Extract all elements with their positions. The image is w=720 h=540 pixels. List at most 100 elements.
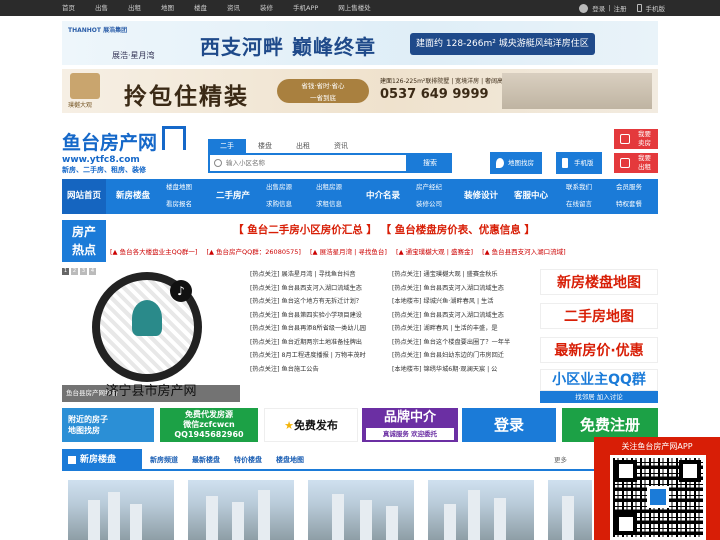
news-item[interactable]: [热点关注] 鱼台县再添8所省级一类幼儿园 (250, 322, 390, 336)
top-user-area: 登录 | 注册 手机版 (579, 0, 665, 16)
douyin-qr-slider[interactable]: ♪ 鱼台县房产网抖音 济宁县市房产网 (62, 268, 240, 402)
section-link[interactable]: 最新楼盘 (192, 449, 220, 471)
news-item[interactable]: [热点关注] 湖畔春风 | 生活的丰盛，是 (392, 322, 532, 336)
banner-phone: 0537 649 9999 (380, 87, 489, 102)
nav-newhouse[interactable]: 新房楼盘 (116, 179, 150, 214)
building-image (502, 73, 652, 109)
nav-message[interactable]: 在线留言 (566, 196, 592, 213)
ad-banner-xingyuewan[interactable]: THANHOT 展浩集团 展浩·星月湾 西支河畔 巅峰终章 建面约 128-26… (62, 21, 658, 65)
estate-thumbnail[interactable] (68, 480, 174, 540)
tab-secondhand[interactable]: 二手 (208, 139, 246, 153)
nav-newhouse-sub: 楼盘地图 看房报名 (166, 179, 192, 214)
news-item[interactable]: [本地楼市] 锦绣华城6期·观澜天宸 | 公 (392, 363, 532, 377)
section-more-link[interactable]: 更多 (554, 449, 567, 471)
top-nav-rent[interactable]: 出租 (128, 0, 141, 16)
tile-login[interactable]: 登录 (462, 408, 556, 442)
nav-rent-requests[interactable]: 求租信息 (316, 196, 342, 213)
news-item[interactable]: [热点关注] 鱼台县西支河入湖口流域生态 (392, 282, 532, 296)
site-logo[interactable]: 鱼台房产网 www.ytfc8.com 新房、二手房、租房、装修 (62, 126, 192, 178)
search-input[interactable] (210, 155, 406, 171)
promo-newhouse-map[interactable]: 新房楼盘地图 (540, 269, 658, 295)
top-nav-home[interactable]: 首页 (62, 0, 75, 16)
promo-secondhand-map[interactable]: 二手房地图 (540, 303, 658, 329)
news-item[interactable]: [热点关注] 鱼台施工公告 (250, 363, 390, 377)
slider-dot[interactable]: 1 (62, 268, 69, 275)
nav-agency[interactable]: 中介名录 (366, 179, 400, 214)
top-nav-online-sales[interactable]: 网上售楼处 (338, 0, 371, 16)
nav-buy-requests[interactable]: 求购信息 (266, 196, 292, 213)
nav-decoration[interactable]: 装修设计 (464, 179, 498, 214)
tile-post-free[interactable]: ★免费发布 (264, 408, 358, 442)
nav-estate-map[interactable]: 楼盘地图 (166, 179, 192, 196)
section-link[interactable]: 特价楼盘 (234, 449, 262, 471)
news-item[interactable]: [热点关注] 鱼台县妇幼东边的门市房回迁 (392, 349, 532, 363)
nav-contact[interactable]: 联系我们 (566, 179, 592, 196)
news-item[interactable]: [热点关注] 通宝璞樾大观 | 盛赛金秋乐 (392, 268, 532, 282)
rent-out-button[interactable]: 我要 出租 (614, 153, 658, 173)
house-icon (162, 126, 186, 150)
top-nav-decoration[interactable]: 装修 (260, 0, 273, 16)
register-link[interactable]: 注册 (614, 3, 627, 13)
nav-vip-service[interactable]: 会员服务 (616, 179, 642, 196)
ad-banner-puyuedaguan[interactable]: 璞樾大观 拎包住精装 省钱·省时·省心 一省到底 建面126-225m²联排院墅… (62, 69, 658, 113)
top-nav-news[interactable]: 资讯 (227, 0, 240, 16)
nav-home[interactable]: 网站首页 (62, 179, 106, 214)
tab-estate[interactable]: 楼盘 (246, 139, 284, 153)
login-link[interactable]: 登录 (592, 3, 605, 13)
app-download-panel[interactable]: 关注鱼台房产网APP (594, 437, 720, 540)
hot-headline[interactable]: 【 鱼台二手房小区房价汇总 】 【 鱼台楼盘房价表、优惠信息 】 (110, 222, 658, 237)
promo-latest-price[interactable]: 最新房价·优惠 (540, 337, 658, 363)
top-nav-app[interactable]: 手机APP (293, 0, 318, 16)
nav-service[interactable]: 客服中心 (514, 179, 548, 214)
estate-thumbnail[interactable] (428, 480, 534, 540)
nav-vip-package[interactable]: 特权套餐 (616, 196, 642, 213)
slider-dot[interactable]: 4 (89, 268, 96, 275)
slider-dot[interactable]: 2 (71, 268, 78, 275)
tile-free-posting[interactable]: 免费代发房源 微信zcfcwcn QQ1945682960 (160, 408, 258, 442)
nav-secondhand[interactable]: 二手房产 (216, 179, 250, 214)
news-item[interactable]: [热点关注] 鱼台这个楼盘要出圈了？一年半 (392, 336, 532, 350)
news-item[interactable]: [热点关注] 鱼台这个地方有无拆迁计划？ (250, 295, 390, 309)
nav-rent-listings[interactable]: 出租房源 (316, 179, 342, 196)
mobile-version-button[interactable]: 手机版 (556, 152, 602, 174)
sell-house-button[interactable]: 我要 卖房 (614, 129, 658, 149)
search-button[interactable]: 搜索 (408, 153, 452, 173)
section-link[interactable]: 楼盘地图 (276, 449, 304, 471)
news-item[interactable]: [热点关注] 鱼台县第四实验小学项目建设 (250, 309, 390, 323)
logo-slogan: 新房、二手房、租房、装修 (62, 166, 146, 174)
section-title[interactable]: 新房楼盘 (62, 449, 142, 471)
news-item[interactable]: [热点关注] 鱼台县西支河入湖口流域生态 (392, 309, 532, 323)
estate-thumbnail[interactable] (188, 480, 294, 540)
map-search-button[interactable]: 地图找房 (490, 152, 542, 174)
top-nav-map[interactable]: 地图 (161, 0, 174, 16)
promo-qq-group[interactable]: 小区业主QQ群 (540, 369, 658, 391)
news-item[interactable]: [热点关注] 鱼台县西支河入湖口流域生态 (250, 282, 390, 296)
mobile-link[interactable]: 手机版 (646, 3, 666, 13)
hot-link[interactable]: [▲ 鱼台县西支河入湖口流域] (482, 248, 566, 256)
tile-brand-agency[interactable]: 品牌中介 真诚服务 欢迎委托 (362, 408, 458, 442)
nav-brokers[interactable]: 房产经纪 (416, 179, 442, 196)
hot-link[interactable]: [▲ 鱼台各大楼盘业主QQ群一] (110, 248, 197, 256)
news-item[interactable]: [本地楼市] 绿城兴鱼·湖畔春风 | 生活 (392, 295, 532, 309)
top-nav-estate[interactable]: 楼盘 (194, 0, 207, 16)
news-item[interactable]: [热点关注] 鱼台近期两宗土地准备挂牌出 (250, 336, 390, 350)
tab-rent[interactable]: 出租 (284, 139, 322, 153)
estate-thumbnail[interactable] (308, 480, 414, 540)
nav-agency-list[interactable]: 装修公司 (416, 196, 442, 213)
news-item[interactable]: [热点关注] 8月工程进度播报 | 万物丰茂时 (250, 349, 390, 363)
phone-icon (562, 158, 568, 168)
rent-top: 我要 (638, 154, 651, 162)
tile-map-search[interactable]: 附近的房子 地图找房 (62, 408, 154, 442)
tab-news[interactable]: 资讯 (322, 139, 360, 153)
nav-viewing-signup[interactable]: 看房报名 (166, 196, 192, 213)
estate-thumbnail[interactable] (548, 480, 592, 540)
hot-link[interactable]: [▲ 通宝璞樾大观 | 盛赛金] (396, 248, 473, 256)
slider-dot[interactable]: 3 (80, 268, 87, 275)
hot-link[interactable]: [▲ 鱼台房产QQ群：26080575] (206, 248, 300, 256)
top-nav-sale[interactable]: 出售 (95, 0, 108, 16)
hot-link[interactable]: [▲ 展浩星月湾 | 寻找鱼台] (310, 248, 387, 256)
section-link[interactable]: 新房频道 (150, 449, 178, 471)
news-item[interactable]: [热点关注] 展浩星月湾 | 寻找鱼台抖音 (250, 268, 390, 282)
nav-sale-listings[interactable]: 出售房源 (266, 179, 292, 196)
tag-icon (620, 134, 630, 144)
